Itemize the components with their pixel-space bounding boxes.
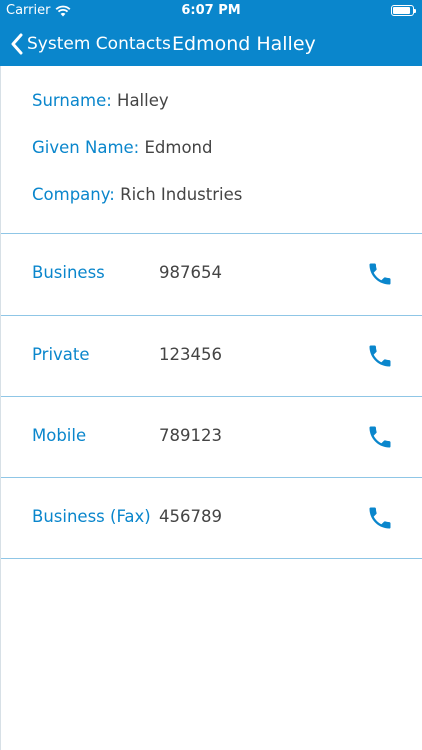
phone-number: 987654: [159, 263, 222, 282]
phone-icon: [369, 507, 391, 529]
contact-info: Surname: Halley Given Name: Edmond Compa…: [0, 66, 422, 233]
status-time: 6:07 PM: [181, 3, 241, 18]
phone-row-private: Private 123456: [0, 316, 422, 397]
given-name-row: Given Name: Edmond: [32, 138, 212, 160]
navigation-bar: System Contacts Edmond Halley: [0, 22, 422, 66]
call-button-business-fax[interactable]: [366, 504, 394, 532]
surname-value: Halley: [117, 91, 169, 110]
contact-detail: Surname: Halley Given Name: Edmond Compa…: [0, 66, 422, 750]
company-label: Company:: [32, 185, 115, 204]
call-button-business[interactable]: [366, 260, 394, 288]
call-button-mobile[interactable]: [366, 423, 394, 451]
phone-label: Mobile: [32, 426, 87, 445]
back-label: System Contacts: [27, 34, 171, 54]
given-name-value: Edmond: [144, 138, 213, 157]
company-row: Company: Rich Industries: [32, 185, 242, 207]
phone-row-business: Business 987654: [0, 234, 422, 315]
phone-icon: [369, 426, 391, 448]
phone-row-business-fax: Business (Fax) 456789: [0, 478, 422, 559]
phone-label: Business (Fax): [32, 507, 151, 526]
phone-icon: [369, 263, 391, 285]
phone-label: Private: [32, 345, 90, 364]
phone-icon: [369, 345, 391, 367]
back-button[interactable]: System Contacts: [10, 30, 171, 58]
phone-number: 789123: [159, 426, 222, 445]
chevron-left-icon: [11, 33, 23, 55]
call-button-private[interactable]: [366, 342, 394, 370]
page-title: Edmond Halley: [172, 33, 316, 55]
phone-row-mobile: Mobile 789123: [0, 397, 422, 478]
surname-label: Surname:: [32, 91, 112, 110]
surname-row: Surname: Halley: [32, 91, 169, 113]
header: Carrier 6:07 PM System Contacts Edmond H…: [0, 0, 422, 66]
status-bar: Carrier 6:07 PM: [0, 0, 422, 22]
given-name-label: Given Name:: [32, 138, 140, 157]
phone-number: 123456: [159, 345, 222, 364]
battery-icon: [391, 5, 416, 16]
left-edge-border: [0, 66, 1, 750]
company-value: Rich Industries: [120, 185, 243, 204]
battery-level-fill: [393, 7, 411, 14]
phone-number: 456789: [159, 507, 222, 526]
divider: [0, 558, 422, 559]
phone-label: Business: [32, 263, 105, 282]
